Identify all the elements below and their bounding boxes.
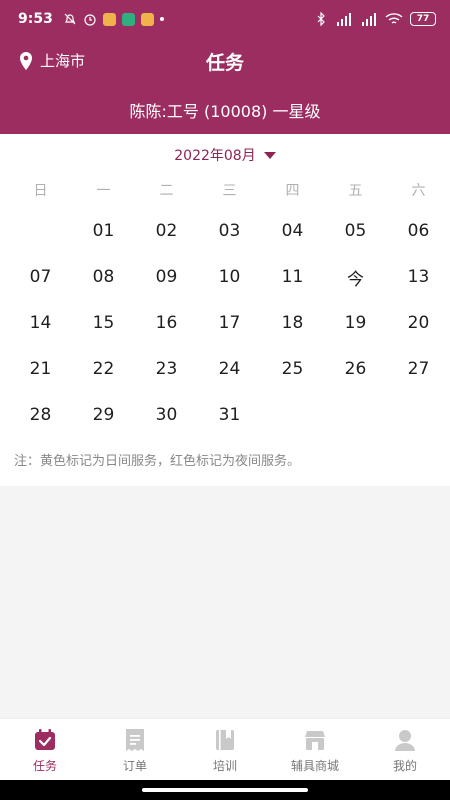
user-icon <box>395 730 415 751</box>
app-header: 上海市 任务 <box>0 38 450 84</box>
calendar-day-empty <box>324 392 387 438</box>
calendar-day[interactable]: 22 <box>72 346 135 392</box>
home-indicator[interactable] <box>142 788 308 792</box>
tab-label: 任务 <box>32 759 57 773</box>
calendar-day[interactable]: 27 <box>387 346 450 392</box>
calendar-day[interactable]: 30 <box>135 392 198 438</box>
calendar-day[interactable]: 17 <box>198 300 261 346</box>
weekday-label: 二 <box>159 183 174 199</box>
calendar-day[interactable]: 05 <box>324 208 387 254</box>
signal-hd-icon <box>337 13 351 26</box>
calendar-day[interactable]: 13 <box>387 254 450 300</box>
calendar-day[interactable]: 31 <box>198 392 261 438</box>
weekday-label: 一 <box>96 183 111 199</box>
bluetooth-icon <box>317 12 325 26</box>
calendar-day-empty <box>387 392 450 438</box>
signal-hd-icon <box>362 13 376 26</box>
status-system-icons: 77 <box>314 12 436 26</box>
month-selector[interactable]: 2022年08月 <box>0 145 450 165</box>
calendar-day[interactable]: 25 <box>261 346 324 392</box>
calendar-grid: 01 02 03 04 05 06 07 08 09 10 11 今 13 14… <box>9 208 450 438</box>
caret-down-icon <box>263 151 276 159</box>
system-nav-bar <box>0 780 450 800</box>
app-notification-icon <box>140 12 154 26</box>
weekday-label: 五 <box>348 183 363 199</box>
calendar-day[interactable]: 15 <box>72 300 135 346</box>
store-icon <box>305 731 325 750</box>
page-title: 任务 <box>205 52 244 74</box>
calendar-day[interactable]: 29 <box>72 392 135 438</box>
weekday-header: 日 一 二 三 四 五 六 <box>9 180 450 200</box>
calendar-day[interactable]: 11 <box>261 254 324 300</box>
calendar-day[interactable]: 10 <box>198 254 261 300</box>
staff-info: 陈陈:工号 (10008) 一星级 <box>0 84 450 134</box>
legend-note: 注：黄色标记为日间服务，红色标记为夜间服务。 <box>14 454 301 469</box>
status-time: 9:53 <box>18 11 53 27</box>
calendar-day[interactable]: 04 <box>261 208 324 254</box>
bottom-tab-bar: 任务 订单 培训 辅具商城 我的 <box>0 718 450 780</box>
weekday-label: 四 <box>285 183 300 199</box>
calendar-day[interactable]: 19 <box>324 300 387 346</box>
receipt-icon <box>126 729 144 751</box>
book-icon <box>216 730 234 750</box>
calendar-day[interactable]: 26 <box>324 346 387 392</box>
more-dot-icon <box>159 17 164 21</box>
calendar-day[interactable]: 01 <box>72 208 135 254</box>
alarm-icon <box>84 14 96 26</box>
calendar-day[interactable]: 28 <box>9 392 72 438</box>
tab-mall[interactable]: 辅具商城 <box>270 719 360 780</box>
tab-label: 培训 <box>212 759 237 773</box>
battery-icon: 77 <box>410 12 436 26</box>
tab-orders[interactable]: 订单 <box>90 719 180 780</box>
calendar-day[interactable]: 18 <box>261 300 324 346</box>
tab-label: 我的 <box>392 759 417 773</box>
shield-app-icon <box>121 12 135 26</box>
calendar-day[interactable]: 16 <box>135 300 198 346</box>
weekday-label: 六 <box>411 183 426 199</box>
calendar-day[interactable]: 07 <box>9 254 72 300</box>
calendar-day-empty <box>261 392 324 438</box>
app-notification-icon <box>102 12 116 26</box>
calendar-day[interactable]: 08 <box>72 254 135 300</box>
task-calendar-icon <box>35 729 55 750</box>
calendar-day[interactable]: 14 <box>9 300 72 346</box>
calendar-day-today[interactable]: 今 <box>324 254 387 300</box>
weekday-label: 日 <box>33 183 48 199</box>
wifi-icon <box>385 13 403 24</box>
weekday-label: 三 <box>222 183 237 199</box>
tab-tasks[interactable]: 任务 <box>0 719 90 780</box>
tab-training[interactable]: 培训 <box>180 719 270 780</box>
calendar-day[interactable]: 20 <box>387 300 450 346</box>
tab-label: 订单 <box>122 759 147 773</box>
calendar-day-empty <box>9 208 72 254</box>
status-bar: 9:53 77 <box>0 0 450 38</box>
calendar-day[interactable]: 09 <box>135 254 198 300</box>
calendar: 2022年08月 日 一 二 三 四 五 六 01 02 03 04 05 06… <box>0 134 450 486</box>
calendar-day[interactable]: 02 <box>135 208 198 254</box>
tab-profile[interactable]: 我的 <box>360 719 450 780</box>
month-label: 2022年08月 <box>174 148 256 164</box>
tab-label: 辅具商城 <box>290 759 339 773</box>
status-notification-icons <box>63 12 164 26</box>
calendar-day[interactable]: 23 <box>135 346 198 392</box>
calendar-day[interactable]: 21 <box>9 346 72 392</box>
calendar-day[interactable]: 24 <box>198 346 261 392</box>
calendar-day[interactable]: 03 <box>198 208 261 254</box>
calendar-day[interactable]: 06 <box>387 208 450 254</box>
mute-bell-icon <box>64 13 76 25</box>
